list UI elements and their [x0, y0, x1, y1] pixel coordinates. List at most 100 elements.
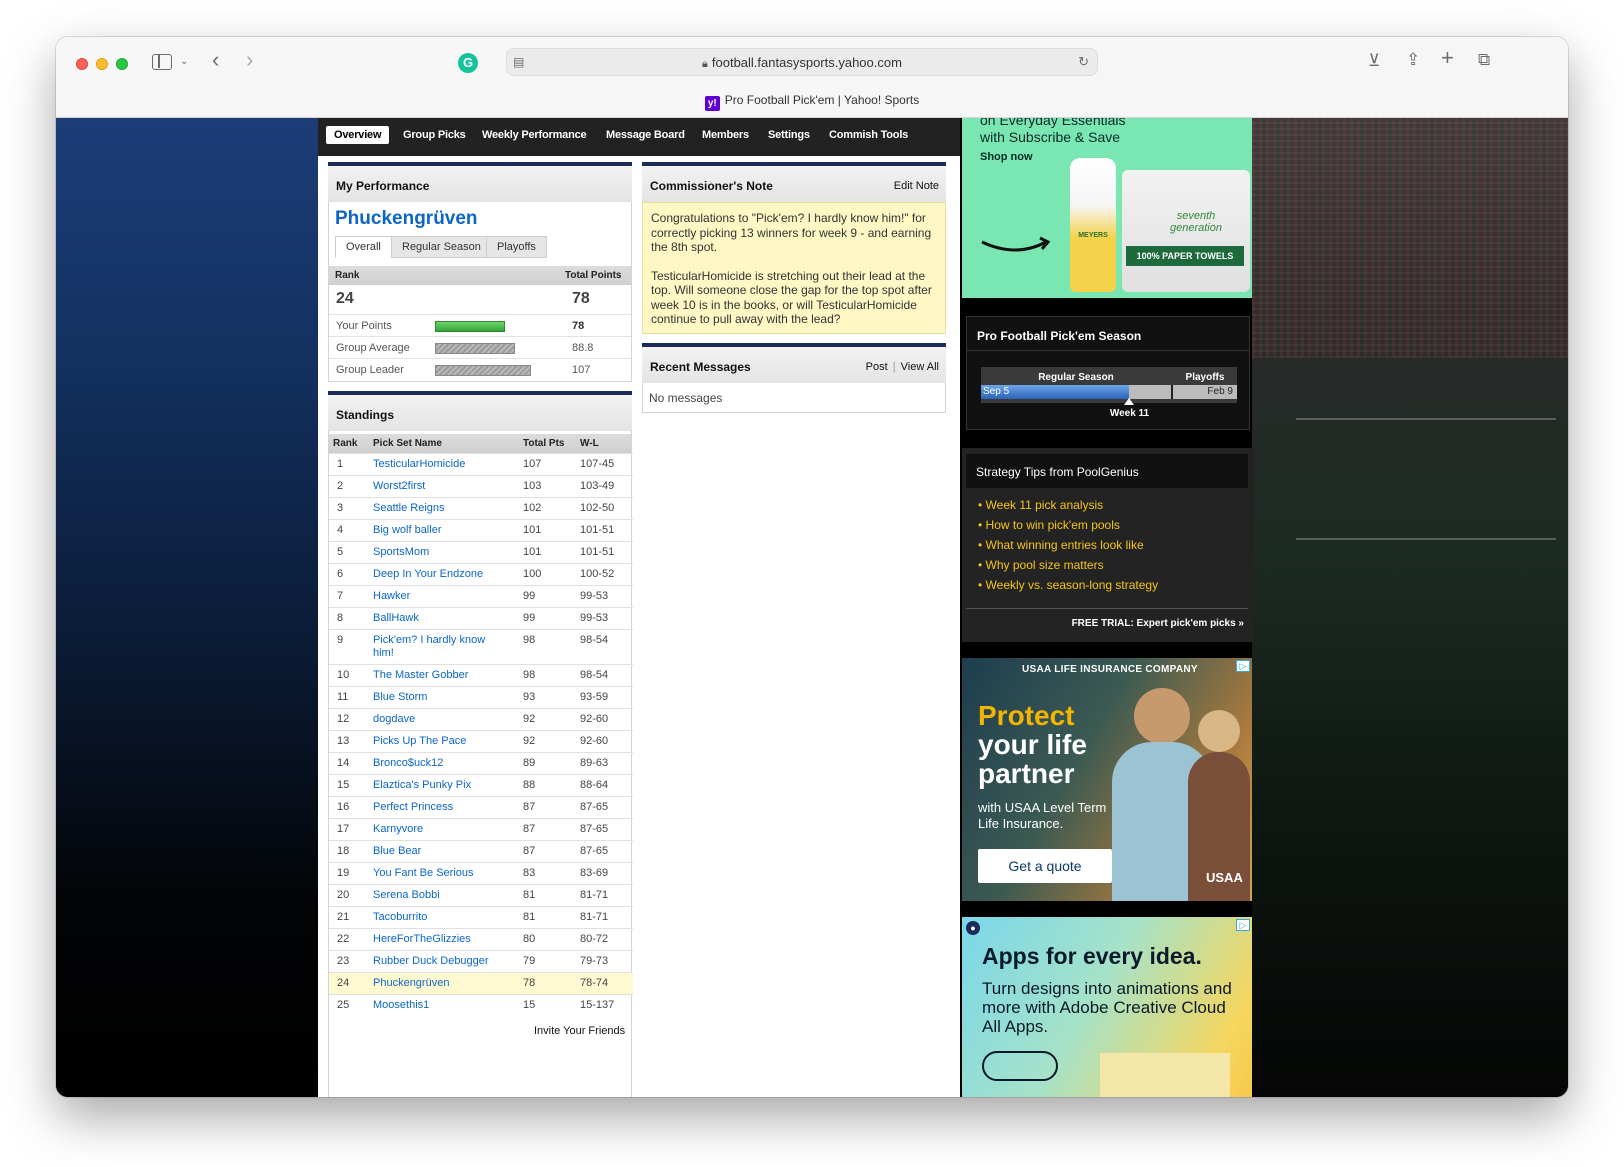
- tab-regular-season[interactable]: Regular Season: [391, 236, 492, 258]
- share-icon[interactable]: ⇪: [1406, 50, 1420, 70]
- tip-link-text[interactable]: Week 11 pick analysis: [986, 498, 1104, 512]
- tips-title: Strategy Tips from PoolGenius: [976, 465, 1139, 479]
- nav-commish-tools[interactable]: Commish Tools: [829, 129, 908, 141]
- tip-link[interactable]: • What winning entries look like: [978, 538, 1158, 552]
- post-link[interactable]: Post: [866, 361, 888, 373]
- rank-cell: 19: [337, 867, 350, 879]
- nav-message-board[interactable]: Message Board: [606, 129, 685, 141]
- rank-cell: 9: [337, 634, 344, 646]
- tab-overall[interactable]: Overall: [335, 236, 392, 258]
- pick-set-link[interactable]: Deep In Your Endzone: [373, 568, 503, 581]
- pick-set-link[interactable]: Worst2first: [373, 480, 503, 493]
- pick-set-link[interactable]: The Master Gobber: [373, 669, 503, 682]
- nav-overview[interactable]: Overview: [326, 126, 390, 144]
- standings-row: 14 Bronco$uck12 89 89-63: [329, 752, 633, 774]
- win-loss-cell: 93-59: [580, 691, 609, 703]
- pick-set-link[interactable]: Serena Bobbi: [373, 889, 503, 902]
- zoom-window-button[interactable]: [116, 58, 128, 70]
- tip-link-text[interactable]: What winning entries look like: [986, 538, 1144, 552]
- edit-note-link[interactable]: Edit Note: [894, 180, 939, 192]
- address-bar[interactable]: ▤ 🔒︎ football.fantasysports.yahoo.com ↻: [506, 48, 1098, 76]
- pick-set-link[interactable]: Blue Bear: [373, 845, 503, 858]
- pick-set-link[interactable]: Hawker: [373, 590, 503, 603]
- tip-link[interactable]: • Week 11 pick analysis: [978, 498, 1158, 512]
- nav-settings[interactable]: Settings: [768, 129, 810, 141]
- standings-row: 2 Worst2first 103 103-49: [329, 475, 633, 497]
- view-all-link[interactable]: View All: [901, 361, 939, 373]
- pick-set-link[interactable]: HereForTheGlizzies: [373, 933, 503, 946]
- pick-set-link[interactable]: Phuckengrüven: [373, 977, 503, 990]
- adchoices-icon[interactable]: ▷: [1236, 919, 1250, 931]
- season-timeline: Regular Season Playoffs Sep 5 Feb 9: [981, 367, 1237, 403]
- pick-set-link[interactable]: Big wolf baller: [373, 524, 503, 537]
- pick-set-link[interactable]: Blue Storm: [373, 691, 503, 704]
- pick-set-link[interactable]: dogdave: [373, 713, 503, 726]
- forward-icon[interactable]: ›: [246, 49, 253, 71]
- active-tab[interactable]: y! Pro Football Pick'em | Yahoo! Sports: [56, 93, 1568, 111]
- nav-weekly-performance[interactable]: Weekly Performance: [482, 129, 587, 141]
- minimize-window-button[interactable]: [96, 58, 108, 70]
- download-icon[interactable]: ⊻: [1368, 51, 1380, 71]
- tip-link-text[interactable]: Why pool size matters: [986, 558, 1104, 572]
- chevron-down-icon[interactable]: ⌄: [180, 52, 188, 72]
- points-cell: 102: [523, 502, 542, 514]
- product-label: MEYERS: [1078, 232, 1108, 239]
- back-icon[interactable]: ‹: [212, 49, 219, 71]
- pick-set-link[interactable]: Bronco$uck12: [373, 757, 503, 770]
- pick-set-link[interactable]: Elaztica's Punky Pix: [373, 779, 503, 792]
- pick-set-link[interactable]: Picks Up The Pace: [373, 735, 503, 748]
- rank-cell: 6: [337, 568, 344, 580]
- current-week-marker-icon: [1124, 398, 1135, 405]
- regular-season-label: Regular Season: [1038, 372, 1114, 383]
- pick-set-link[interactable]: Pick'em? I hardly know him!: [373, 634, 503, 660]
- new-tab-icon[interactable]: +: [1441, 47, 1454, 69]
- recent-messages-header: Recent Messages Post | View All: [642, 343, 946, 383]
- pick-set-link[interactable]: Moosethis1: [373, 999, 503, 1012]
- amazon-ad[interactable]: on Everyday Essentials with Subscribe & …: [962, 118, 1252, 298]
- main-content: Overview Group Picks Weekly Performance …: [318, 118, 960, 1097]
- grammarly-icon[interactable]: G: [458, 53, 478, 73]
- pick-set-link[interactable]: Seattle Reigns: [373, 502, 503, 515]
- free-trial-link[interactable]: FREE TRIAL: Expert pick'em picks »: [1072, 618, 1244, 629]
- adchoices-icon[interactable]: ▷: [1236, 660, 1250, 672]
- win-loss-cell: 81-71: [580, 911, 609, 923]
- sidebar-toggle-icon[interactable]: [152, 54, 172, 70]
- nav-group-picks[interactable]: Group Picks: [403, 129, 466, 141]
- rank-cell: 14: [337, 757, 350, 769]
- tip-link-text[interactable]: Weekly vs. season-long strategy: [986, 578, 1159, 592]
- invite-friends-link[interactable]: Invite Your Friends: [534, 1025, 625, 1037]
- usaa-ad[interactable]: ▷ USAA LIFE INSURANCE COMPANY Protect yo…: [962, 658, 1252, 901]
- tip-link-text[interactable]: How to win pick'em pools: [986, 518, 1120, 532]
- tip-link[interactable]: • Weekly vs. season-long strategy: [978, 578, 1158, 592]
- tab-playoffs[interactable]: Playoffs: [486, 236, 547, 258]
- shop-now-link[interactable]: Shop now: [980, 151, 1033, 163]
- rank-cell: 15: [337, 779, 350, 791]
- note-paragraph: Congratulations to "Pick'em? I hardly kn…: [651, 211, 932, 254]
- pick-set-link[interactable]: Rubber Duck Debugger: [373, 955, 503, 968]
- rank-header: Rank: [335, 270, 360, 281]
- tab-overview-icon[interactable]: ⧉: [1478, 50, 1490, 70]
- reload-icon[interactable]: ↻: [1078, 52, 1089, 72]
- tip-link[interactable]: • How to win pick'em pools: [978, 518, 1158, 532]
- pick-set-link[interactable]: Perfect Princess: [373, 801, 503, 814]
- points-cell: 92: [523, 735, 536, 747]
- close-window-button[interactable]: [76, 58, 88, 70]
- tip-link[interactable]: • Why pool size matters: [978, 558, 1158, 572]
- points-cell: 89: [523, 757, 536, 769]
- rank-cell: 5: [337, 546, 344, 558]
- get-a-quote-button[interactable]: Get a quote: [978, 849, 1112, 883]
- standings-row: 3 Seattle Reigns 102 102-50: [329, 497, 633, 519]
- pick-set-link[interactable]: Tacoburrito: [373, 911, 503, 924]
- ad-button[interactable]: [982, 1051, 1058, 1081]
- group-leader-row: Group Leader 107: [329, 358, 631, 380]
- team-name-link[interactable]: Phuckengrüven: [335, 208, 478, 230]
- adobe-ad[interactable]: ▷ ● Apps for every idea. Turn designs in…: [962, 917, 1252, 1097]
- win-loss-cell: 98-54: [580, 669, 609, 681]
- pick-set-link[interactable]: Karnyvore: [373, 823, 503, 836]
- spray-bottle-product: MEYERS: [1070, 158, 1116, 292]
- pick-set-link[interactable]: You Fant Be Serious: [373, 867, 503, 880]
- pick-set-link[interactable]: SportsMom: [373, 546, 503, 559]
- pick-set-link[interactable]: BallHawk: [373, 612, 503, 625]
- nav-members[interactable]: Members: [702, 129, 749, 141]
- pick-set-link[interactable]: TesticularHomicide: [373, 458, 503, 471]
